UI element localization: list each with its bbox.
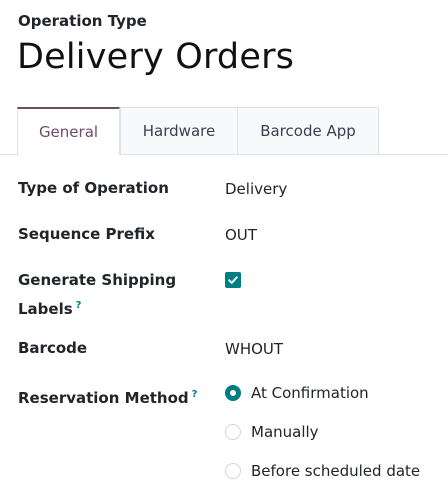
radio-unselected-icon[interactable] [225,463,241,479]
generate-shipping-labels-checkbox[interactable] [225,272,241,288]
reservation-method-label-wrap: Reservation Method? [18,382,197,411]
checkmark-icon [228,276,238,284]
type-of-operation-value[interactable]: Delivery [225,178,287,200]
barcode-value[interactable]: WHOUT [225,338,283,360]
radio-before-scheduled-date-label: Before scheduled date [251,462,421,480]
radio-manually-label: Manually [251,423,319,441]
radio-at-confirmation[interactable]: At Confirmation [225,384,369,402]
help-icon[interactable]: ? [192,389,198,400]
generate-shipping-labels-label-line2: Labels [18,300,73,318]
tab-bar: General Hardware Barcode App [0,107,448,155]
help-icon[interactable]: ? [76,300,82,311]
page-title: Delivery Orders [17,37,295,77]
type-of-operation-label: Type of Operation [18,179,169,197]
generate-shipping-labels-label-line1: Generate Shipping [18,271,177,289]
radio-selected-icon[interactable] [225,385,241,401]
page-eyebrow: Operation Type [18,12,147,30]
tab-general[interactable]: General [17,107,120,155]
sequence-prefix-label: Sequence Prefix [18,225,155,243]
sequence-prefix-value[interactable]: OUT [225,224,257,246]
radio-before-scheduled-date[interactable]: Before scheduled date [225,462,420,480]
radio-at-confirmation-label: At Confirmation [251,384,369,402]
generate-shipping-labels-label: Generate Shipping Labels? [18,268,176,322]
reservation-method-label: Reservation Method [18,389,189,407]
tab-hardware[interactable]: Hardware [120,107,238,154]
tab-barcode-app[interactable]: Barcode App [237,107,379,154]
generate-shipping-labels-label-line2-wrap: Labels? [18,293,176,322]
radio-manually[interactable]: Manually [225,423,319,441]
barcode-label: Barcode [18,339,88,357]
radio-unselected-icon[interactable] [225,424,241,440]
